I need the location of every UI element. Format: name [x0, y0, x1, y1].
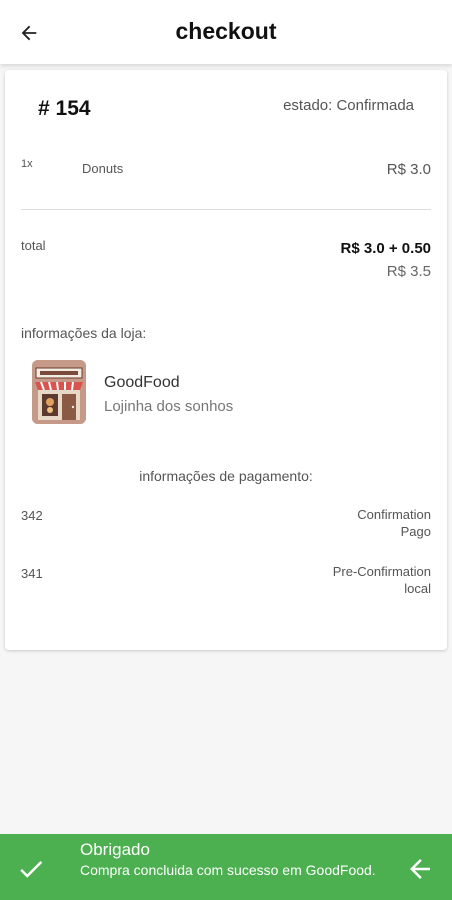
check-icon: [20, 860, 43, 878]
payment-id: 342: [21, 508, 43, 523]
snackbar-title: Obrigado: [80, 840, 150, 859]
store-description: Lojinha dos sonhos: [104, 398, 234, 415]
storefront-icon: [32, 360, 86, 424]
item-name: Donuts: [82, 161, 124, 176]
order-status: estado: Confirmada: [283, 97, 414, 114]
payment-entry: Pre-Confirmation local: [333, 563, 431, 597]
item-quantity: 1x: [21, 158, 33, 170]
total-label: total: [21, 238, 46, 253]
page-title: checkout: [175, 18, 277, 44]
payment-type: Pre-Confirmation: [332, 564, 431, 579]
order-number: # 154: [38, 97, 91, 120]
payment-entry: Confirmation Pago: [357, 506, 431, 540]
store-info-heading: informações da loja:: [21, 325, 147, 341]
payment-id: 341: [21, 566, 43, 581]
total-formula: R$ 3.0 + 0.50: [340, 240, 431, 257]
divider: [21, 209, 431, 210]
store-name: GoodFood: [104, 374, 180, 391]
payment-status: Pago: [400, 524, 431, 539]
arrow-left-icon[interactable]: [405, 854, 435, 884]
payment-type: Confirmation: [357, 507, 431, 522]
payment-status: local: [404, 581, 431, 596]
app-bar: checkout: [0, 0, 452, 64]
total-value: R$ 3.5: [386, 263, 431, 280]
success-snackbar: Obrigado Compra concluida com sucesso em…: [0, 834, 452, 900]
order-card: # 154 estado: Confirmada 1x Donuts R$ 3.…: [5, 70, 447, 650]
payment-info-heading: informações de pagamento:: [139, 468, 313, 484]
item-price: R$ 3.0: [386, 161, 431, 178]
snackbar-message: Compra concluida com sucesso em GoodFood…: [80, 862, 376, 878]
